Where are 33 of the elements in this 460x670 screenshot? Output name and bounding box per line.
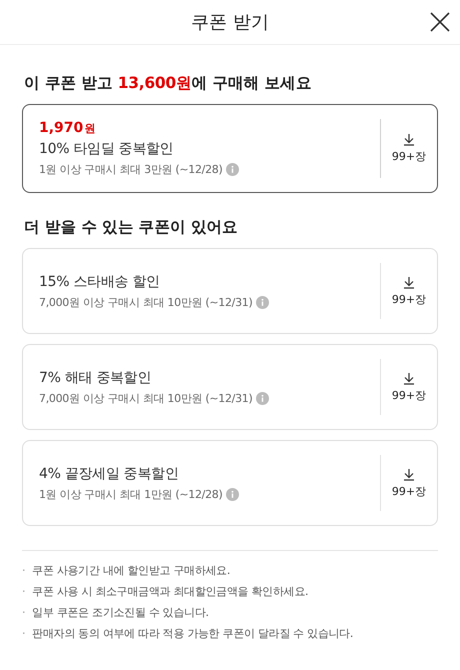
close-icon [429,11,451,33]
coupon-name: 15% 스타배송 할인 [39,272,161,290]
notice-text: 일부 쿠폰은 조기소진될 수 있습니다. [32,605,209,621]
coupon-condition: 7,000원 이상 구매시 최대 10만원 (~12/31) [39,294,252,310]
notice-text: 쿠폰 사용기간 내에 할인받고 구매하세요. [32,563,230,579]
bullet: · [22,605,26,621]
download-icon [403,276,415,288]
coupon-name: 10% 타임딜 중복할인 [39,140,174,158]
coupon-condition: 1원 이상 구매시 최대 3만원 (~12/28) [39,162,222,177]
info-icon[interactable] [226,488,240,500]
info-icon[interactable] [256,296,270,308]
coupon-condition: 1원 이상 구매시 최대 1만원 (~12/28) [39,486,222,502]
download-icon [403,468,415,480]
coupon-condition: 7,000원 이상 구매시 최대 10만원 (~12/31) [39,390,252,406]
notice-text: 쿠폰 사용 시 최소구매금액과 최대할인금액을 확인하세요. [32,584,308,600]
info-icon[interactable] [256,392,270,404]
download-icon [403,133,415,146]
coupon-price: 1,970 원 [39,120,96,136]
notice-text: 판매자의 동의 여부에 따라 적용 가능한 쿠폰이 달라질 수 있습니다. [32,626,354,642]
bullet: · [22,584,26,600]
download-icon [403,372,415,384]
download-button[interactable]: 99+장 [380,359,437,415]
download-button[interactable]: 99+장 [380,455,437,511]
download-button[interactable]: 99+장 [380,263,437,319]
section-heading: 더 받을 수 있는 쿠폰이 있어요 [24,217,239,238]
download-button[interactable]: 99+장 [380,119,437,178]
bullet: · [22,626,26,642]
coupon-name: 4% 끝장세일 중복할인 [39,464,180,482]
bullet: · [22,563,26,579]
coupon-name: 7% 해태 중복할인 [39,368,152,386]
dialog-title: 쿠폰 받기 [191,11,269,34]
info-icon[interactable] [226,163,240,176]
section-heading: 이 쿠폰 받고 13,600원에 구매해 보세요 [24,73,313,94]
